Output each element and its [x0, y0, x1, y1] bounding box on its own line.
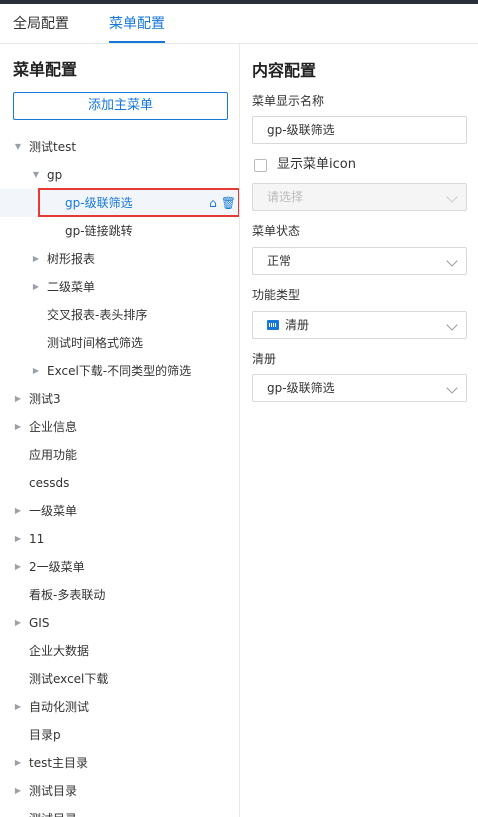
- menu-config-title: 菜单配置: [13, 60, 78, 79]
- tree-node-label: 应用功能: [29, 448, 78, 462]
- show-icon-label: 显示菜单icon: [277, 157, 356, 172]
- caret-right-icon[interactable]: ▶: [31, 273, 41, 301]
- tree-node[interactable]: ▶ 测试3: [0, 385, 239, 413]
- report-list-value: gp-级联筛选: [267, 381, 335, 395]
- caret-right-icon[interactable]: ▶: [13, 749, 23, 777]
- node-action-icons: ⌂ 🗑: [205, 189, 236, 217]
- trash-icon[interactable]: 🗑: [221, 189, 236, 217]
- report-list-icon: [267, 320, 279, 330]
- caret-down-icon[interactable]: ▼: [31, 161, 41, 189]
- caret-right-icon[interactable]: ▶: [13, 693, 23, 721]
- tree-node-label: Excel下载-不同类型的筛选: [47, 364, 192, 378]
- icon-select[interactable]: 请选择: [252, 183, 467, 211]
- caret-right-icon[interactable]: ▶: [13, 413, 23, 441]
- tree-node[interactable]: 应用功能: [0, 441, 239, 469]
- tree-node-label: 自动化测试: [29, 700, 90, 714]
- caret-right-icon[interactable]: ▶: [13, 497, 23, 525]
- tree-node-label: 11: [29, 532, 45, 546]
- tree-node[interactable]: 看板-多表联动: [0, 581, 239, 609]
- tab-bar: 全局配置 菜单配置: [0, 4, 478, 44]
- tree-node-label: 树形报表: [47, 252, 96, 266]
- tree-node[interactable]: 交叉报表-表头排序: [0, 301, 239, 329]
- tree-node[interactable]: ▶ 2一级菜单: [0, 553, 239, 581]
- tree-node-label: 交叉报表-表头排序: [47, 308, 148, 322]
- tree-node[interactable]: 企业大数据: [0, 637, 239, 665]
- menu-tree-panel: 菜单配置 添加主菜单 ▼ 测试test ▼ gp gp-级联筛选 ⌂ 🗑 gp-链接跳转 ▶ 树形…: [0, 44, 240, 817]
- tree-node[interactable]: 测试excel下载: [0, 665, 239, 693]
- function-type-select[interactable]: 清册: [252, 311, 467, 339]
- caret-right-icon[interactable]: ▶: [31, 357, 41, 385]
- tree-node-label: 2一级菜单: [29, 560, 85, 574]
- tree-node-label: 企业信息: [29, 420, 78, 434]
- tree-node-label: 测试时间格式筛选: [47, 336, 144, 350]
- chevron-down-icon: [446, 191, 458, 203]
- tree-node[interactable]: ▶ 二级菜单: [0, 273, 239, 301]
- tree-node[interactable]: cessds: [0, 469, 239, 497]
- tree-node-label: test主目录: [29, 756, 89, 770]
- caret-down-icon[interactable]: ▼: [13, 133, 23, 161]
- tree-node-label: gp: [47, 168, 63, 182]
- caret-right-icon[interactable]: ▶: [31, 245, 41, 273]
- tree-node[interactable]: 测试目录: [0, 805, 239, 817]
- show-icon-checkbox[interactable]: [254, 159, 267, 172]
- function-type-label: 功能类型: [252, 288, 301, 302]
- tree-node[interactable]: ▶ 测试目录: [0, 777, 239, 805]
- function-type-value: 清册: [285, 318, 310, 332]
- tree-node[interactable]: ▼ 测试test: [0, 133, 239, 161]
- add-main-menu-button[interactable]: 添加主菜单: [13, 92, 228, 120]
- caret-right-icon[interactable]: ▶: [13, 385, 23, 413]
- report-list-select[interactable]: gp-级联筛选: [252, 374, 467, 402]
- tree-node[interactable]: ▶ 一级菜单: [0, 497, 239, 525]
- menu-name-label: 菜单显示名称: [252, 94, 325, 108]
- icon-select-placeholder: 请选择: [267, 190, 304, 204]
- tab-global-config[interactable]: 全局配置: [13, 14, 69, 34]
- tree-node-label: 一级菜单: [29, 504, 78, 518]
- tree-node-selected[interactable]: gp-级联筛选 ⌂ 🗑: [0, 189, 239, 217]
- tree-node-label: 测试目录: [29, 805, 77, 817]
- tab-menu-config[interactable]: 菜单配置: [109, 14, 165, 34]
- tree-node-label: 测试test: [29, 140, 77, 154]
- home-icon[interactable]: ⌂: [209, 189, 217, 217]
- tree-node-label: 测试3: [29, 392, 61, 406]
- tree-node-label: 目录p: [29, 728, 61, 742]
- tree-node-label: gp-级联筛选: [65, 196, 133, 210]
- tree-node-label: cessds: [29, 476, 70, 490]
- tree-node[interactable]: ▶ 自动化测试: [0, 693, 239, 721]
- tree-node[interactable]: ▶ 11: [0, 525, 239, 553]
- menu-status-label: 菜单状态: [252, 224, 301, 238]
- tree-node-label: 二级菜单: [47, 280, 96, 294]
- tree-node[interactable]: ▶ GIS: [0, 609, 239, 637]
- tree-node[interactable]: gp-链接跳转: [0, 217, 239, 245]
- caret-right-icon[interactable]: ▶: [13, 525, 23, 553]
- content-config-panel: 内容配置 菜单显示名称 gp-级联筛选 显示菜单icon 请选择 菜单状态 正常…: [241, 44, 478, 817]
- chevron-down-icon: [446, 255, 458, 267]
- tree-node[interactable]: 测试时间格式筛选: [0, 329, 239, 357]
- tree-node-label: 看板-多表联动: [29, 588, 106, 602]
- chevron-down-icon: [446, 319, 458, 331]
- tree-node[interactable]: ▶ test主目录: [0, 749, 239, 777]
- tree-node-label: 测试excel下载: [29, 672, 109, 686]
- chevron-down-icon: [446, 382, 458, 394]
- tree-node-label: GIS: [29, 616, 50, 630]
- menu-status-select[interactable]: 正常: [252, 247, 467, 275]
- caret-right-icon[interactable]: ▶: [13, 609, 23, 637]
- active-tab-indicator: [109, 41, 165, 43]
- menu-status-value: 正常: [267, 254, 292, 268]
- tree-node[interactable]: ▶ Excel下载-不同类型的筛选: [0, 357, 239, 385]
- caret-right-icon[interactable]: ▶: [13, 777, 23, 805]
- tree-node-label: 测试目录: [29, 784, 78, 798]
- menu-name-value: gp-级联筛选: [267, 123, 335, 137]
- tree-node[interactable]: ▶ 企业信息: [0, 413, 239, 441]
- tree-node-label: 企业大数据: [29, 644, 90, 658]
- tree-node[interactable]: ▼ gp: [0, 161, 239, 189]
- tree-node[interactable]: ▶ 树形报表: [0, 245, 239, 273]
- content-config-title: 内容配置: [252, 61, 317, 80]
- report-list-label: 清册: [252, 352, 277, 366]
- caret-right-icon[interactable]: ▶: [13, 553, 23, 581]
- menu-name-input[interactable]: gp-级联筛选: [252, 116, 467, 144]
- tree-node-label: gp-链接跳转: [65, 224, 133, 238]
- tree-node[interactable]: 目录p: [0, 721, 239, 749]
